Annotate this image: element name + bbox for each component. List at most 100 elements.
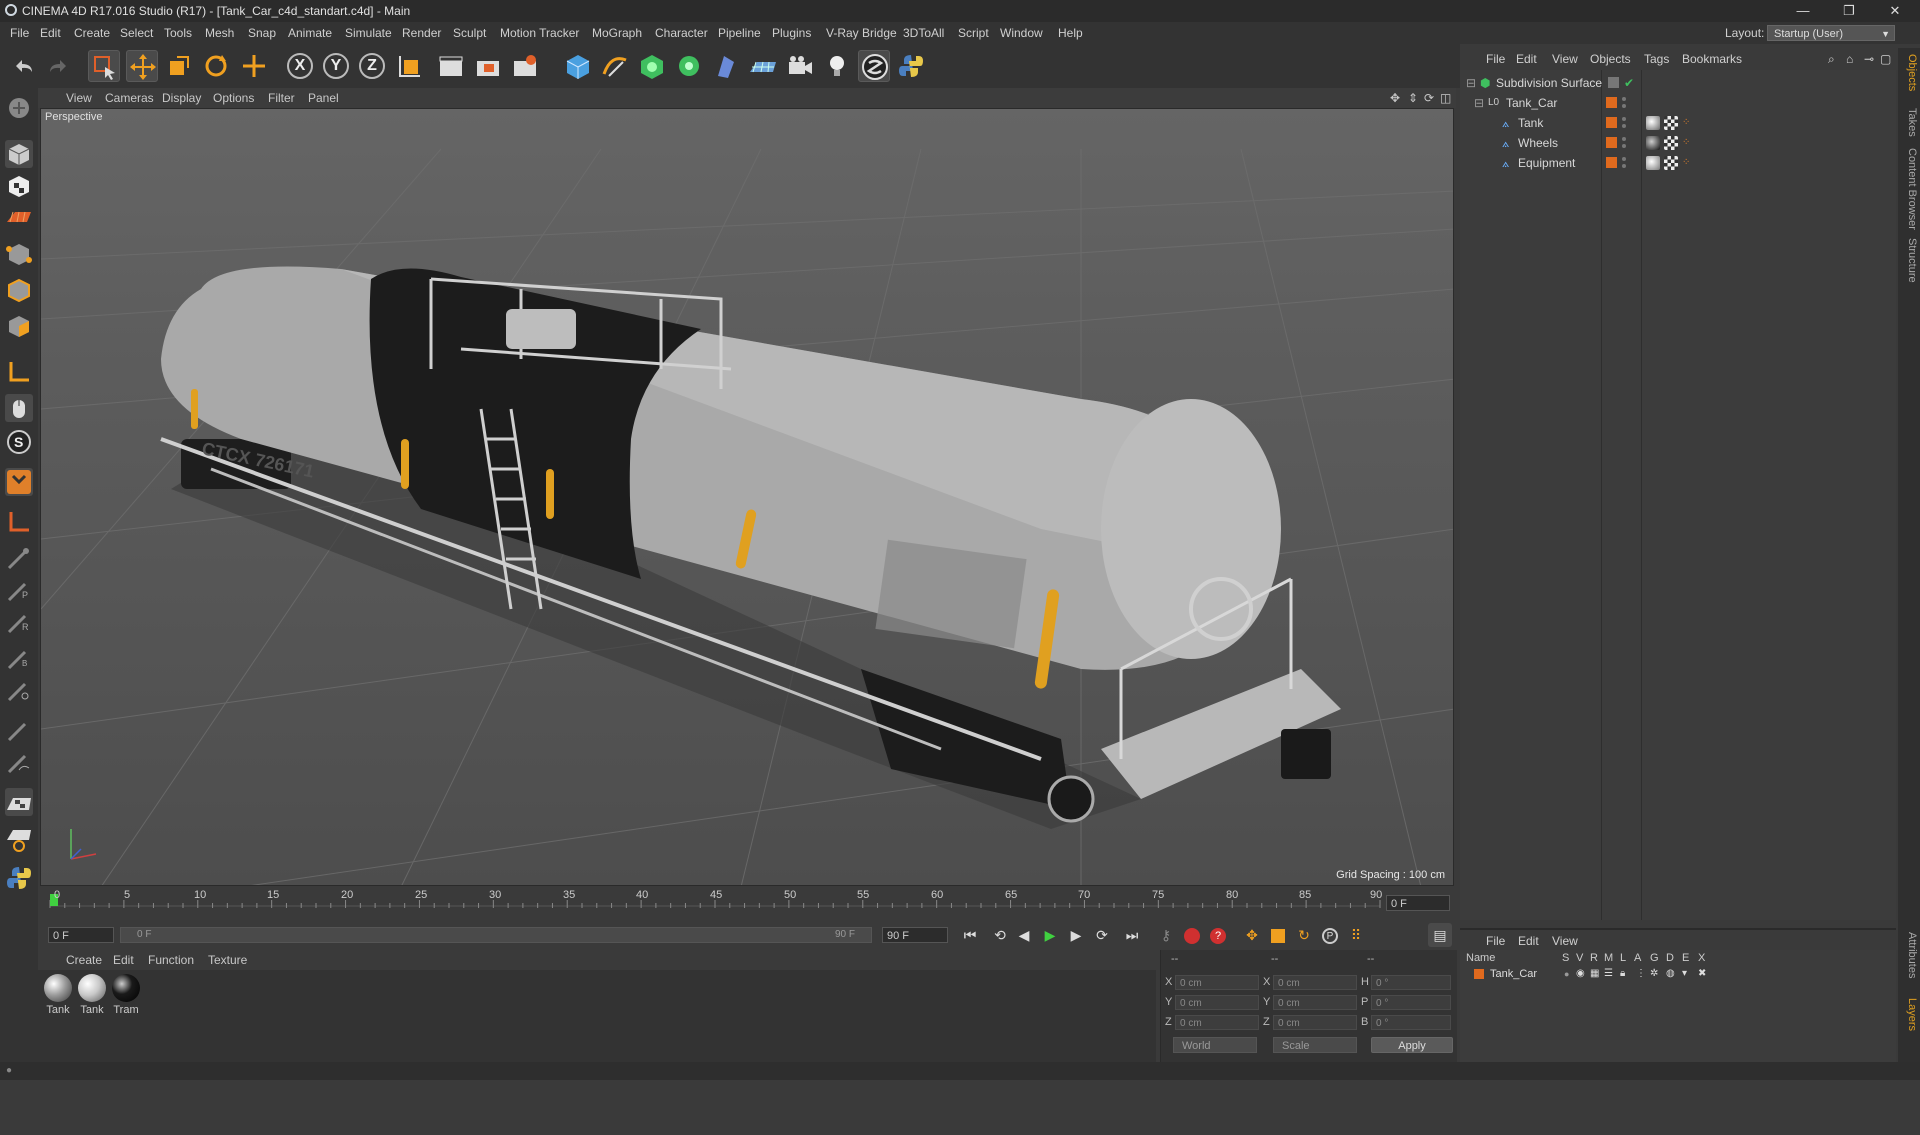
om-menu-file[interactable]: File	[1486, 48, 1505, 70]
minimize-button[interactable]: —	[1780, 0, 1826, 22]
side-tab-structure[interactable]: Structure	[1900, 238, 1918, 283]
menu-create[interactable]: Create	[74, 22, 110, 44]
menu-motion-tracker[interactable]: Motion Tracker	[500, 22, 579, 44]
menu-simulate[interactable]: Simulate	[345, 22, 392, 44]
visibility-dots-icon[interactable]	[1622, 117, 1626, 129]
menu-snap[interactable]: Snap	[248, 22, 276, 44]
material-tag-icon[interactable]	[1646, 136, 1660, 150]
perspective-viewport[interactable]: CTCX 726171 Perspective Grid Spacing : 1…	[40, 108, 1454, 886]
menu-plugins[interactable]: Plugins	[772, 22, 811, 44]
menu-select[interactable]: Select	[120, 22, 153, 44]
side-tab-objects[interactable]: Objects	[1900, 54, 1918, 91]
menu-render[interactable]: Render	[402, 22, 441, 44]
selection-tag-icon[interactable]: ⁘	[1682, 133, 1690, 153]
snap-button[interactable]: S	[5, 428, 33, 456]
rotate-tool-button[interactable]	[200, 50, 232, 82]
pos-z-field[interactable]: 0 cm	[1175, 1015, 1259, 1030]
size-mode-dropdown[interactable]: Scale	[1273, 1037, 1357, 1053]
lm-menu-view[interactable]: View	[1552, 930, 1578, 952]
previous-frame-button[interactable]: ◀	[1012, 923, 1036, 947]
material-menu-function[interactable]: Function	[148, 950, 194, 970]
workplane-mode-button[interactable]	[5, 204, 33, 232]
visibility-dots-icon[interactable]	[1622, 157, 1626, 169]
menu-vray-bridge[interactable]: V-Ray Bridge	[826, 22, 897, 44]
viewport-menu-panel[interactable]: Panel	[308, 88, 339, 108]
side-tab-content-browser[interactable]: Content Browser	[1900, 148, 1918, 230]
add-light-button[interactable]	[821, 50, 853, 82]
texture-mode-button[interactable]	[5, 172, 33, 200]
menu-animate[interactable]: Animate	[288, 22, 332, 44]
render-view-button[interactable]	[435, 50, 467, 82]
viewport-menu-view[interactable]: View	[66, 88, 92, 108]
previous-key-button[interactable]: ⟲	[988, 923, 1012, 947]
menu-help[interactable]: Help	[1058, 22, 1083, 44]
search-icon[interactable]: ⌕	[1828, 48, 1835, 70]
make-editable-button[interactable]	[5, 94, 33, 122]
edges-mode-button[interactable]	[5, 276, 33, 304]
material-menu-create[interactable]: Create	[66, 950, 102, 970]
next-frame-button[interactable]: ▶	[1064, 923, 1088, 947]
sculpt-tool-5-button[interactable]	[5, 676, 33, 704]
side-tab-takes[interactable]: Takes	[1900, 108, 1918, 137]
rot-b-field[interactable]: 0 °	[1371, 1015, 1451, 1030]
last-tool-button[interactable]	[238, 50, 270, 82]
scale-tool-button[interactable]	[163, 50, 195, 82]
object-row[interactable]: ⊟ ⬢ Subdivision Surface ✔	[1460, 73, 1896, 93]
object-row[interactable]: ⊟ L0 Tank_Car	[1460, 93, 1896, 113]
magnet-tool-button[interactable]	[5, 468, 33, 496]
viewport-menu-cameras[interactable]: Cameras	[105, 88, 154, 108]
live-selection-button[interactable]	[88, 50, 120, 82]
floor-snap-button[interactable]	[5, 788, 33, 816]
generator-icon[interactable]: ✲	[1650, 966, 1658, 982]
viewport-zoom-icon[interactable]: ⇕	[1408, 88, 1418, 108]
timeline[interactable]: 0 5 10 15 20 25 30 35 40 45 50 55 60 65 …	[40, 886, 1454, 920]
om-menu-view[interactable]: View	[1552, 48, 1578, 70]
pos-y-field[interactable]: 0 cm	[1175, 995, 1259, 1010]
render-icon[interactable]: ▦	[1590, 966, 1599, 982]
material-tag-icon[interactable]	[1646, 156, 1660, 170]
layer-row[interactable]: Tank_Car ● ◉ ▦ ☰ 🔒︎ ⋮ ✲ ◍ ▾ ✖	[1460, 966, 1896, 982]
timeline-window-button[interactable]: ▤	[1428, 923, 1452, 947]
side-tab-layers[interactable]: Layers	[1900, 998, 1918, 1031]
expression-icon[interactable]: ▾	[1682, 966, 1687, 982]
sculpt-tool-3-button[interactable]: R	[5, 608, 33, 636]
polygons-mode-button[interactable]	[5, 312, 33, 340]
rotation-key-button[interactable]: ↻	[1292, 923, 1316, 947]
lm-menu-file[interactable]: File	[1486, 930, 1505, 952]
model-mode-button[interactable]	[5, 140, 33, 168]
axis-mode-button[interactable]	[5, 358, 33, 386]
sculpt-tool-1-button[interactable]	[5, 544, 33, 572]
menu-tools[interactable]: Tools	[164, 22, 192, 44]
tweak-mode-button[interactable]	[5, 394, 33, 422]
object-row[interactable]: ⟑ Wheels ⁘	[1460, 133, 1896, 153]
sculpt-tool-4-button[interactable]: B	[5, 644, 33, 672]
keyframe-selection-button[interactable]: ?	[1206, 923, 1230, 947]
side-tab-attributes[interactable]: Attributes	[1900, 932, 1918, 978]
z-axis-toggle[interactable]: Z	[359, 53, 385, 79]
manager-icon[interactable]: ☰	[1604, 966, 1613, 982]
om-menu-objects[interactable]: Objects	[1590, 48, 1631, 70]
link-icon[interactable]: ⊸	[1864, 48, 1874, 70]
menu-mesh[interactable]: Mesh	[205, 22, 234, 44]
uvw-tag-icon[interactable]	[1664, 136, 1678, 150]
vray-bridge-button[interactable]	[858, 50, 890, 82]
solo-toggle-icon[interactable]: ●	[1564, 966, 1569, 982]
edit-render-settings-button[interactable]	[509, 50, 541, 82]
menu-window[interactable]: Window	[1000, 22, 1043, 44]
start-frame-field[interactable]: 0 F	[48, 927, 114, 943]
selection-tag-icon[interactable]: ⁘	[1682, 113, 1690, 133]
menu-edit[interactable]: Edit	[40, 22, 61, 44]
record-active-button[interactable]: ⚷	[1154, 923, 1178, 947]
om-menu-tags[interactable]: Tags	[1644, 48, 1669, 70]
add-spline-button[interactable]	[599, 50, 631, 82]
lock-icon[interactable]: 🔒︎	[1620, 966, 1625, 982]
material-swatch[interactable]: Tank	[76, 974, 108, 1016]
material-tag-icon[interactable]	[1646, 116, 1660, 130]
x-axis-toggle[interactable]: X	[287, 53, 313, 79]
collapse-icon[interactable]: ⊟	[1466, 73, 1476, 93]
maximize-panel-icon[interactable]: ▢	[1880, 48, 1891, 70]
viewport-menu-options[interactable]: Options	[213, 88, 254, 108]
collapse-icon[interactable]: ⊟	[1474, 93, 1484, 113]
xref-icon[interactable]: ✖	[1698, 966, 1706, 982]
add-cube-button[interactable]	[562, 50, 594, 82]
